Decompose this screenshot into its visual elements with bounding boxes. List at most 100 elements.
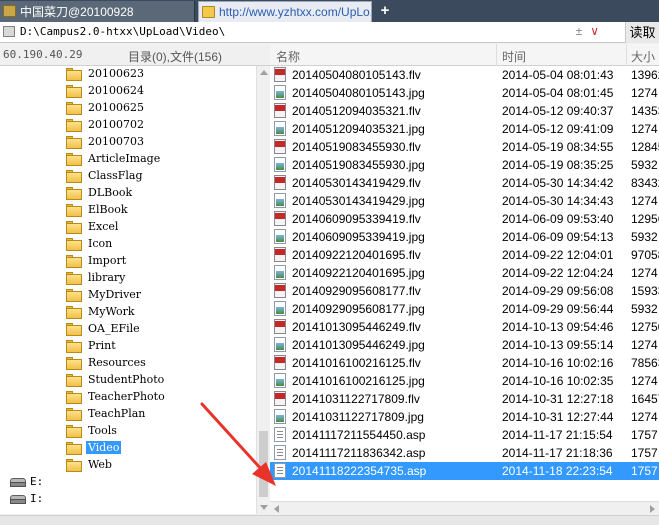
folder-icon: [66, 272, 82, 285]
scroll-thumb[interactable]: [259, 431, 268, 497]
file-name: 20140519083455930.flv: [292, 140, 421, 154]
file-row[interactable]: 20140530143419429.jpg 2014-05-30 14:34:43…: [270, 192, 659, 210]
file-row[interactable]: 20141118222354735.asp 2014-11-18 22:23:54…: [270, 462, 659, 480]
asp-file-icon: [274, 463, 286, 478]
tree-folder-item[interactable]: Icon: [0, 236, 256, 253]
file-row[interactable]: 20140609095339419.jpg 2014-06-09 09:54:13…: [270, 228, 659, 246]
folder-icon: [66, 459, 82, 472]
tree-folder-label: Print: [88, 339, 116, 352]
file-time: 2014-10-31 12:27:44: [502, 410, 614, 424]
jpg-file-icon: [274, 301, 286, 316]
tree-folder-item[interactable]: MyDriver: [0, 287, 256, 304]
file-row[interactable]: 20140519083455930.flv 2014-05-19 08:34:55…: [270, 138, 659, 156]
file-list: 20140504080105143.flv 2014-05-04 08:01:43…: [270, 66, 659, 501]
drive-icon: [3, 26, 15, 37]
file-row[interactable]: 20141016100216125.jpg 2014-10-16 10:02:35…: [270, 372, 659, 390]
column-size[interactable]: 大小: [631, 48, 655, 65]
file-row[interactable]: 20140504080105143.flv 2014-05-04 08:01:43…: [270, 66, 659, 84]
tree-folder-item[interactable]: DLBook: [0, 185, 256, 202]
tree-folder-item[interactable]: Excel: [0, 219, 256, 236]
file-row[interactable]: 20141013095446249.jpg 2014-10-13 09:55:14…: [270, 336, 659, 354]
file-size: 15933: [631, 284, 659, 298]
file-row[interactable]: 20141031122717809.jpg 2014-10-31 12:27:44…: [270, 408, 659, 426]
tab-url[interactable]: http://www.yzhtxx.com/UpLo...: [198, 1, 372, 22]
file-row[interactable]: 20140929095608177.flv 2014-09-29 09:56:08…: [270, 282, 659, 300]
jpg-file-icon: [274, 85, 286, 100]
tree-folder-label: 20100625: [88, 101, 144, 114]
file-row[interactable]: 20140519083455930.jpg 2014-05-19 08:35:25…: [270, 156, 659, 174]
tree-drive-item[interactable]: I:: [0, 491, 256, 508]
scroll-up-icon[interactable]: [260, 70, 268, 75]
folder-icon: [66, 340, 82, 353]
tree-folder-item[interactable]: 20100625: [0, 100, 256, 117]
tree-folder-item[interactable]: OA_EFile: [0, 321, 256, 338]
tree-folder-item[interactable]: Resources: [0, 355, 256, 372]
file-row[interactable]: 20141016100216125.flv 2014-10-16 10:02:16…: [270, 354, 659, 372]
file-size: 1274: [631, 266, 658, 280]
tree-folder-item[interactable]: ElBook: [0, 202, 256, 219]
tree-folder-item[interactable]: Video: [0, 440, 256, 457]
status-bar: [0, 515, 659, 525]
file-row[interactable]: 20140922120401695.jpg 2014-09-22 12:04:24…: [270, 264, 659, 282]
file-row[interactable]: 20140512094035321.flv 2014-05-12 09:40:37…: [270, 102, 659, 120]
read-button[interactable]: 读取: [625, 22, 659, 43]
tree-folder-item[interactable]: 20100624: [0, 83, 256, 100]
tree-folder-item[interactable]: 20100623: [0, 66, 256, 83]
file-row[interactable]: 20141031122717809.flv 2014-10-31 12:27:18…: [270, 390, 659, 408]
scroll-down-icon[interactable]: [260, 505, 268, 510]
tree-scrollbar[interactable]: [256, 66, 270, 514]
path-input[interactable]: D:\Campus2.0-htxx\UpLoad\Video\: [20, 25, 225, 38]
file-row[interactable]: 20140922120401695.flv 2014-09-22 12:04:01…: [270, 246, 659, 264]
scroll-right-icon[interactable]: [650, 505, 655, 513]
file-size: 1274: [631, 338, 658, 352]
file-row[interactable]: 20141117211836342.asp 2014-11-17 21:18:36…: [270, 444, 659, 462]
file-row[interactable]: 20140530143419429.flv 2014-05-30 14:34:42…: [270, 174, 659, 192]
file-row[interactable]: 20141013095446249.flv 2014-10-13 09:54:46…: [270, 318, 659, 336]
tree-folder-item[interactable]: TeacherPhoto: [0, 389, 256, 406]
tree-folder-item[interactable]: ArticleImage: [0, 151, 256, 168]
horizontal-scrollbar[interactable]: [270, 501, 659, 515]
tree-folder-item[interactable]: TeachPlan: [0, 406, 256, 423]
tree-folder-item[interactable]: Print: [0, 338, 256, 355]
file-size: 83432: [631, 176, 659, 190]
folder-icon: [3, 5, 16, 17]
column-time[interactable]: 时间: [502, 48, 526, 65]
file-row[interactable]: 20140609095339419.flv 2014-06-09 09:53:40…: [270, 210, 659, 228]
folder-icon: [66, 238, 82, 251]
tree-folder-item[interactable]: Web: [0, 457, 256, 474]
file-name: 20140519083455930.jpg: [292, 158, 425, 172]
folder-icon: [66, 85, 82, 98]
hard-drive-icon: [10, 476, 26, 488]
jpg-file-icon: [274, 193, 286, 208]
tree-drive-item[interactable]: E:: [0, 474, 256, 491]
tree-folder-item[interactable]: MyWork: [0, 304, 256, 321]
tree-folder-item[interactable]: 20100703: [0, 134, 256, 151]
column-divider[interactable]: [496, 44, 497, 66]
scroll-left-icon[interactable]: [274, 505, 279, 513]
column-name[interactable]: 名称: [276, 48, 300, 65]
folder-icon: [66, 374, 82, 387]
tree-folder-label: Tools: [88, 424, 117, 437]
add-tab-icon[interactable]: +: [376, 2, 394, 20]
path-controls: ± ∨: [576, 24, 599, 38]
column-divider[interactable]: [626, 44, 627, 66]
file-time: 2014-05-19 08:35:25: [502, 158, 614, 172]
tab-chopper[interactable]: 中国菜刀@20100928: [0, 1, 195, 22]
file-row[interactable]: 20140512094035321.jpg 2014-05-12 09:41:09…: [270, 120, 659, 138]
sort-icon[interactable]: ±: [576, 24, 583, 38]
drive-label: I:: [30, 492, 44, 505]
folder-icon: [66, 306, 82, 319]
flv-file-icon: [274, 139, 286, 154]
chevron-down-icon[interactable]: ∨: [590, 24, 599, 38]
tree-folder-item[interactable]: 20100702: [0, 117, 256, 134]
file-row[interactable]: 20140504080105143.jpg 2014-05-04 08:01:45…: [270, 84, 659, 102]
tree-folder-item[interactable]: ClassFlag: [0, 168, 256, 185]
tree-folder-item[interactable]: Tools: [0, 423, 256, 440]
tree-folder-item[interactable]: StudentPhoto: [0, 372, 256, 389]
tree-folder-item[interactable]: library: [0, 270, 256, 287]
file-name: 20140512094035321.jpg: [292, 122, 425, 136]
tree-folder-item[interactable]: Import: [0, 253, 256, 270]
file-row[interactable]: 20140929095608177.jpg 2014-09-29 09:56:44…: [270, 300, 659, 318]
tree-folder-label: MyWork: [88, 305, 135, 318]
file-row[interactable]: 20141117211554450.asp 2014-11-17 21:15:54…: [270, 426, 659, 444]
